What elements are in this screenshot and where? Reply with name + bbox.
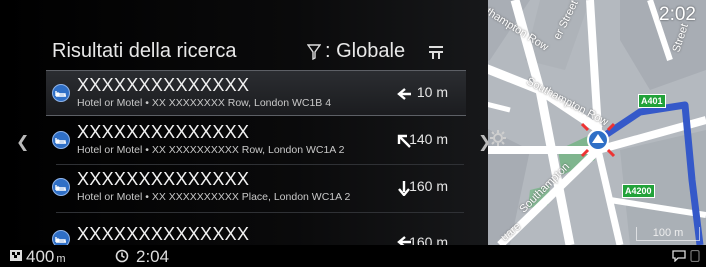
road-badge-a401: A401 [638,94,666,108]
map-canvas [470,0,706,245]
road-badge-a4200: A4200 [622,184,655,198]
phone-icon [690,250,700,262]
filter-selector[interactable]: : Globale [325,40,405,63]
map-clock: 2:02 [659,4,696,25]
hotel-icon [52,131,70,149]
destination-flag-icon [10,250,22,261]
message-icon [672,250,686,262]
result-name: XXXXXXXXXXXXXX [77,122,250,142]
sort-options-icon[interactable] [428,44,444,60]
hotel-icon [52,230,70,245]
result-item[interactable]: XXXXXXXXXXXXXX Hotel or Motel • XX XXXXX… [46,165,466,211]
scale-value: 400 [26,247,55,266]
result-item[interactable]: XXXXXXXXXXXXXX Hotel or Motel • XX XXXXX… [46,70,466,116]
hotel-icon [52,84,70,102]
filter-value: Globale [336,40,406,62]
result-distance: 140 m [409,131,448,147]
result-name: XXXXXXXXXXXXXX [77,224,250,244]
row-divider [56,212,464,213]
hotel-icon [52,178,70,196]
filter-prefix: : [325,40,337,62]
search-results-panel: Risultati della ricerca : Globale XXXXXX… [0,0,488,245]
result-item[interactable]: XXXXXXXXXXXXXX Hotel or Motel • XX XXXXX… [46,118,466,164]
result-distance: 160 m [409,234,448,245]
filter-icon[interactable] [307,44,321,60]
result-address: Hotel or Motel • XX XXXXXXXX Row, London… [77,97,332,109]
result-distance: 160 m [409,178,448,194]
chevron-left-icon[interactable]: ❮ [16,132,29,152]
map-view[interactable]: 2:02 uthampton Row er Street Street Sout… [470,0,706,245]
result-distance: 10 m [416,84,448,100]
result-name: XXXXXXXXXXXXXX [77,169,250,189]
map-scale: 100 m [636,227,700,241]
scale-unit: m [56,253,66,265]
result-address: Hotel or Motel • XX XXXXXXXXXX Row, Lond… [77,144,345,156]
page-title: Risultati della ricerca [52,40,237,62]
gear-icon[interactable] [490,130,506,146]
clock-icon [115,249,129,263]
left-arrow-icon [397,88,411,100]
result-item[interactable]: XXXXXXXXXXXXXX 160 m [46,220,466,245]
arrival-time: 2:04 [136,247,170,266]
result-name: XXXXXXXXXXXXXX [77,75,250,95]
scale-readout: 400 m [26,247,66,267]
result-address: Hotel or Motel • XX XXXXXXXXXX Place, Lo… [77,191,351,203]
status-bar: 400 m 2:04 [0,245,706,267]
panel-header: Risultati della ricerca : Globale [52,40,457,66]
